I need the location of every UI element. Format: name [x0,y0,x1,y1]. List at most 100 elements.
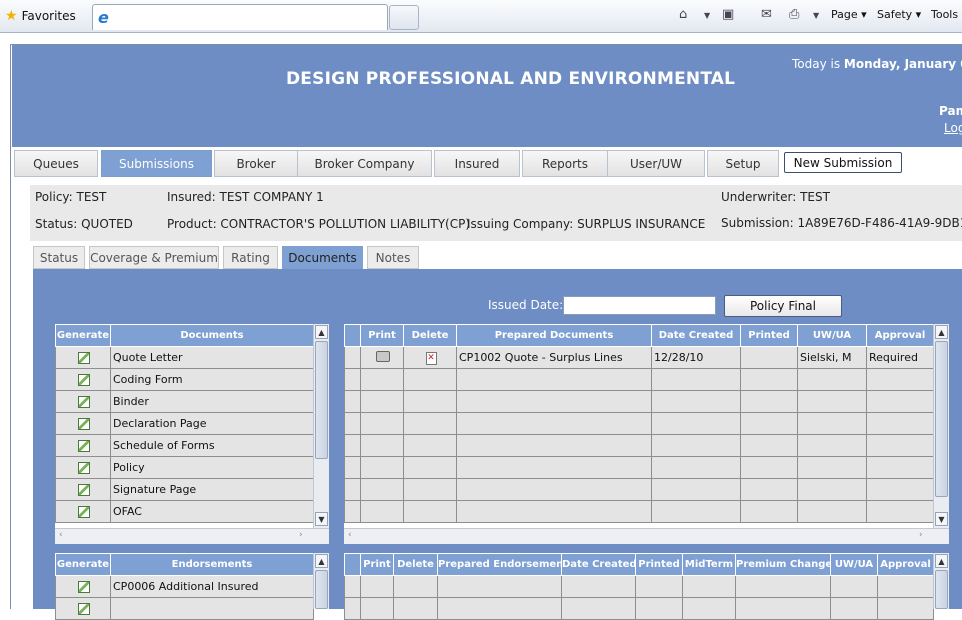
page-menu[interactable]: Page ▾ [831,8,867,21]
issued-date-input[interactable] [563,296,716,315]
print-icon[interactable]: ⎙ [789,7,799,22]
table-row[interactable]: Binder [55,390,314,413]
scroll-right-icon[interactable]: › [299,530,303,540]
column-header[interactable]: Approval [877,553,934,576]
nav-tab-user-uw[interactable]: User/UW [607,150,705,177]
prepared-documents-grid: Print Delete Prepared Documents Date Create… [344,324,949,544]
column-header[interactable]: Date Created [561,553,636,576]
generate-icon[interactable] [78,462,90,474]
column-header[interactable]: Prepared Documents [456,324,652,347]
scroll-up-icon[interactable]: ▲ [315,554,328,568]
feeds-icon[interactable]: ▣ [722,7,734,22]
subtab-rating[interactable]: Rating [223,246,278,269]
home-dropdown-icon[interactable]: ▼ [704,11,710,20]
nav-tab-queues[interactable]: Queues [14,150,98,177]
table-row [344,434,934,457]
column-header[interactable]: Premium Change [735,553,831,576]
scroll-down-icon[interactable]: ▼ [935,512,948,526]
table-row[interactable]: Signature Page [55,478,314,501]
issued-date-label: Issued Date: [488,298,564,312]
scroll-thumb[interactable] [935,341,948,497]
generate-icon[interactable] [78,440,90,452]
generate-icon[interactable] [78,603,90,615]
browser-tab[interactable]: e [92,4,388,30]
new-tab-button[interactable] [389,5,419,30]
generate-icon[interactable] [78,484,90,496]
home-icon[interactable]: ⌂ [679,7,687,22]
table-row[interactable]: Policy [55,456,314,479]
nav-tab-insured[interactable]: Insured [434,150,520,177]
table-row[interactable]: Quote Letter [55,346,314,369]
nav-tab-reports[interactable]: Reports [522,150,608,177]
subtab-coverage-premium[interactable]: Coverage & Premium [89,246,219,269]
endorsements-grid: Generate Endorsements CP0006 Additional I… [55,553,329,620]
subtab-documents[interactable]: Documents [282,246,363,269]
status-value: Status: QUOTED [35,217,133,231]
column-header[interactable]: Printed [740,324,798,347]
policy-final-button[interactable]: Policy Final [724,295,842,317]
prepared-horizontal-scrollbar[interactable]: ‹ › [344,528,949,544]
tools-menu[interactable]: Tools [931,8,958,21]
scroll-left-icon[interactable]: ‹ [348,530,352,540]
column-header[interactable]: Printed [635,553,683,576]
table-row[interactable]: ✕ CP1002 Quote - Surplus Lines 12/28/10 Sie… [344,346,934,369]
scroll-up-icon[interactable]: ▲ [315,325,328,339]
generate-icon[interactable] [78,506,90,518]
table-row[interactable]: Declaration Page [55,412,314,435]
uw-ua: Sielski, M [797,346,867,369]
scroll-thumb[interactable] [935,570,948,609]
column-header[interactable]: Print [360,553,394,576]
scroll-left-icon[interactable]: ‹ [59,530,63,540]
underwriter-value: Underwriter: TEST [721,190,830,204]
table-row[interactable]: Coding Form [55,368,314,391]
column-header[interactable]: Generate [55,324,111,347]
column-header[interactable]: Endorsements [110,553,314,576]
generate-icon[interactable] [78,374,90,386]
scroll-up-icon[interactable]: ▲ [935,554,948,568]
column-header[interactable]: Prepared Endorsements [437,553,562,576]
column-header[interactable]: Approval [866,324,934,347]
column-header[interactable]: UW/UA [797,324,867,347]
generate-icon[interactable] [78,352,90,364]
scroll-thumb[interactable] [315,570,328,609]
documents-vertical-scrollbar[interactable]: ▲ ▼ [313,324,329,528]
delete-icon[interactable]: ✕ [425,352,437,365]
column-header[interactable]: Delete [403,324,457,347]
generate-icon[interactable] [78,418,90,430]
generate-icon[interactable] [78,581,90,593]
prepared-endorsements-vertical-scrollbar[interactable]: ▲ [933,553,949,609]
print-icon[interactable] [376,350,390,362]
nav-tab-submissions[interactable]: Submissions [101,150,212,177]
column-header[interactable]: Print [360,324,404,347]
column-header[interactable]: Generate [55,553,111,576]
print-dropdown-icon[interactable]: ▼ [813,11,819,20]
favorites-button[interactable]: ★ Favorites [5,8,76,24]
scroll-thumb[interactable] [315,341,328,459]
generate-icon[interactable] [78,396,90,408]
subtab-notes[interactable]: Notes [367,246,419,269]
scroll-up-icon[interactable]: ▲ [935,325,948,339]
mail-icon[interactable]: ✉ [761,7,772,22]
column-header[interactable]: Documents [110,324,314,347]
product-value: Product: CONTRACTOR'S POLLUTION LIABILIT… [167,217,471,231]
column-header[interactable]: MidTerm [682,553,736,576]
nav-tab-broker-company[interactable]: Broker Company [297,150,432,177]
documents-horizontal-scrollbar[interactable]: ‹ › [55,528,329,544]
endorsements-vertical-scrollbar[interactable]: ▲ [313,553,329,609]
safety-menu[interactable]: Safety ▾ [877,8,921,21]
scroll-down-icon[interactable]: ▼ [315,512,328,526]
nav-tab-broker[interactable]: Broker [214,150,298,177]
table-row[interactable]: Schedule of Forms [55,434,314,457]
logoff-link[interactable]: Log [944,121,962,135]
table-row[interactable]: CP0006 Additional Insured [55,575,314,598]
column-header[interactable]: Delete [393,553,438,576]
table-row[interactable]: OFAC [55,500,314,523]
nav-tab-setup[interactable]: Setup [707,150,779,177]
scroll-right-icon[interactable]: › [919,530,923,540]
prepared-vertical-scrollbar[interactable]: ▲ ▼ [933,324,949,528]
new-submission-button[interactable]: New Submission [784,152,902,173]
submission-id-value: Submission: 1A89E76D-F486-41A9-9DB1 [721,216,962,230]
column-header[interactable]: Date Created [651,324,741,347]
subtab-status[interactable]: Status [33,246,85,269]
column-header[interactable]: UW/UA [830,553,878,576]
